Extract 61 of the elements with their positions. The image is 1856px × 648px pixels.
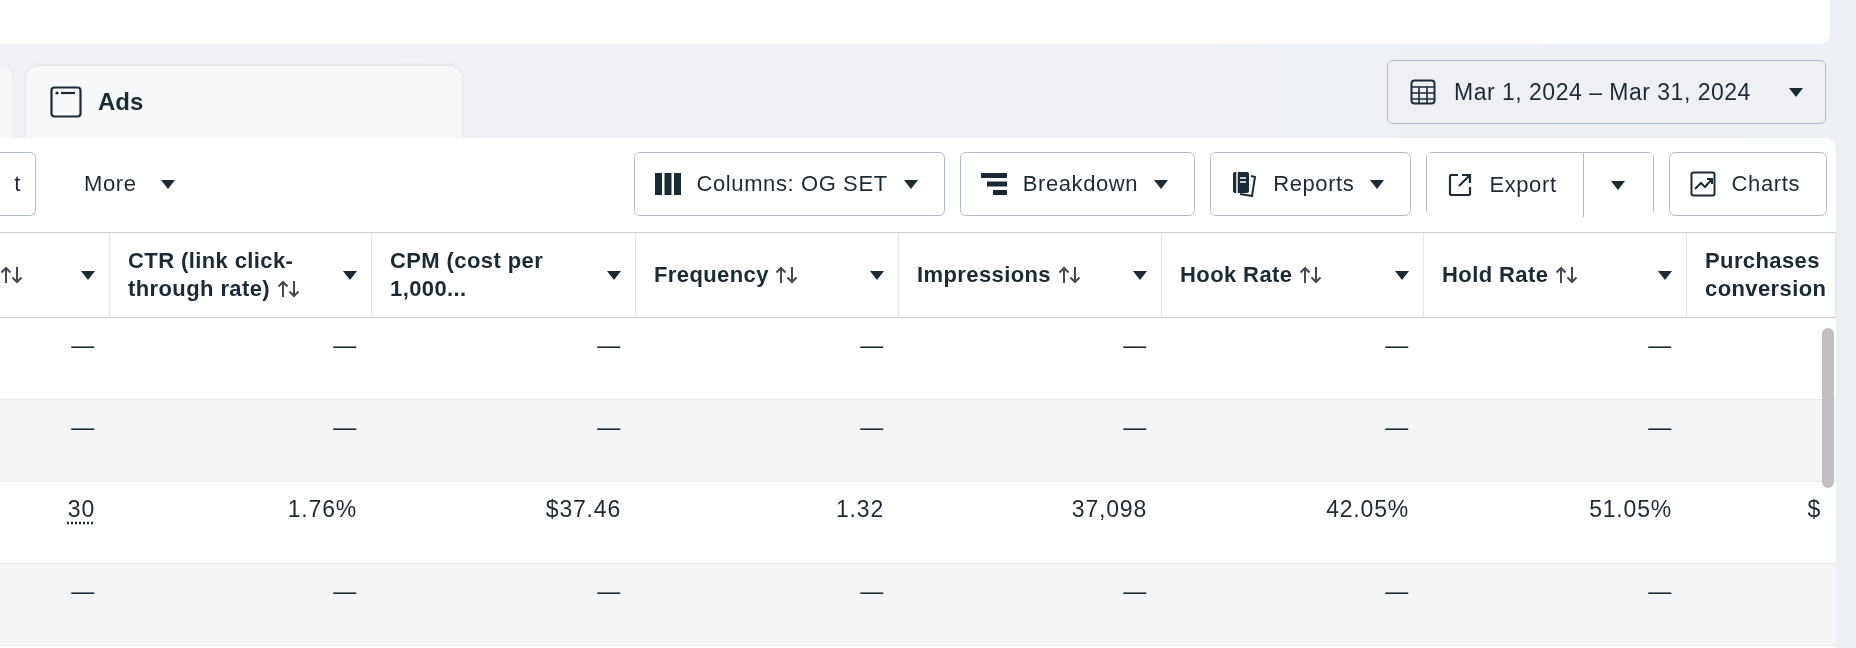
table-row[interactable]: — — — — — — — bbox=[0, 400, 1836, 482]
caret-icon bbox=[1789, 87, 1803, 97]
tab[interactable]: Ads bbox=[26, 66, 462, 138]
date-range-button[interactable]: Mar 1, 2024 – Mar 31, 2024 bbox=[1387, 60, 1826, 124]
table-cell: — bbox=[333, 578, 357, 604]
toolbar-button[interactable]: t bbox=[0, 152, 36, 216]
table-cell: — bbox=[1648, 414, 1672, 440]
column-title: Hook Rate bbox=[1180, 261, 1387, 289]
column-title: CTR (link click-through rate) bbox=[128, 247, 335, 303]
table-cell: 1.76% bbox=[287, 496, 357, 522]
cell-link[interactable]: 30 bbox=[67, 496, 95, 522]
dropdown-button[interactable] bbox=[1582, 153, 1653, 217]
table-cell: — bbox=[860, 332, 884, 358]
window-icon bbox=[50, 86, 82, 118]
column-title: Impressions bbox=[917, 261, 1125, 289]
table-cell: $ bbox=[1807, 496, 1821, 522]
table-cell: $37.46 bbox=[545, 496, 621, 522]
table-cell: — bbox=[1385, 414, 1409, 440]
table-cell: — bbox=[333, 414, 357, 440]
column-header[interactable]: Impressions bbox=[899, 232, 1162, 318]
chart-icon bbox=[1689, 171, 1716, 197]
breakdown-button[interactable]: Breakdown bbox=[959, 152, 1196, 216]
export-icon bbox=[1447, 172, 1474, 198]
column-title: Hold Rate bbox=[1442, 261, 1650, 289]
scrollbar-thumb[interactable] bbox=[1822, 328, 1834, 488]
table-cell: 51.05% bbox=[1589, 496, 1672, 522]
table-cell: — bbox=[1385, 578, 1409, 604]
column-header[interactable]: CTR (link click-through rate) bbox=[110, 232, 372, 318]
reports-button[interactable]: Reports bbox=[1210, 152, 1412, 216]
table-cell: — bbox=[1648, 578, 1672, 604]
columns-button[interactable]: Columns: OG SET bbox=[633, 152, 945, 216]
table-cell: — bbox=[1123, 578, 1147, 604]
table-cell: — bbox=[1385, 332, 1409, 358]
column-title: CPM (cost per 1,000... bbox=[390, 247, 545, 303]
breakdown-icon bbox=[980, 173, 1007, 195]
table-cell: — bbox=[71, 414, 95, 440]
table-cell: — bbox=[71, 578, 95, 604]
column-header[interactable]: Hook Rate bbox=[1162, 232, 1424, 318]
column-header[interactable]: Frequency bbox=[636, 232, 899, 318]
charts-button[interactable]: Charts bbox=[1668, 152, 1827, 216]
table-row[interactable]: — — — — — — — bbox=[0, 564, 1836, 646]
caret-icon bbox=[1611, 180, 1626, 190]
table-cell: — bbox=[597, 414, 621, 440]
calendar-icon bbox=[1410, 79, 1436, 105]
table-cell: — bbox=[597, 578, 621, 604]
columns-icon bbox=[654, 173, 681, 195]
table-cell: — bbox=[1123, 332, 1147, 358]
export-button[interactable]: Export bbox=[1427, 153, 1583, 217]
table-cell: 42.05% bbox=[1326, 496, 1409, 522]
table-cell: — bbox=[71, 332, 95, 358]
table-cell: — bbox=[860, 578, 884, 604]
table-cell: — bbox=[1123, 414, 1147, 440]
table-cell: — bbox=[333, 332, 357, 358]
notebook-icon bbox=[1231, 171, 1258, 197]
table-cell: — bbox=[1648, 332, 1672, 358]
column-header[interactable]: Hold Rate bbox=[1424, 232, 1687, 318]
column-title: Frequency bbox=[654, 261, 862, 289]
table-cell: 1.32 bbox=[836, 496, 884, 522]
table-cell: — bbox=[860, 414, 884, 440]
table-cell: — bbox=[597, 332, 621, 358]
table-cell: 37,098 bbox=[1071, 496, 1147, 522]
